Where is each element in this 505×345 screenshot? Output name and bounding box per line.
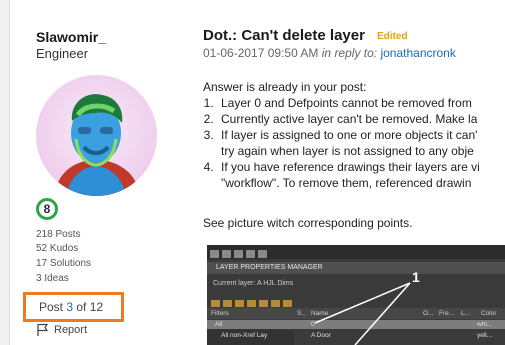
list-item: Layer 0 and Defpoints cannot be removed …: [217, 95, 480, 111]
author-role: Engineer: [36, 46, 89, 61]
list-item: If you have reference drawings their lay…: [217, 159, 480, 191]
avatar-image: [54, 94, 140, 196]
post-meta: 01-06-2017 09:50 AM in reply to: jonatha…: [203, 46, 456, 60]
callout-number: 1: [412, 269, 420, 285]
avatar[interactable]: [36, 75, 157, 196]
edited-badge: Edited: [377, 31, 408, 42]
reply-prefix: in reply to:: [321, 46, 378, 60]
answer-list: Layer 0 and Defpoints cannot be removed …: [203, 95, 480, 191]
post-title[interactable]: Dot.: Can't delete layer: [203, 27, 365, 44]
author-name[interactable]: Slawomir_: [36, 29, 106, 45]
solutions-count: 17 Solutions: [36, 258, 92, 269]
post-total: of 12: [73, 300, 104, 314]
rank-badge: 8: [36, 198, 58, 220]
report-link[interactable]: Report: [36, 323, 87, 336]
ideas-count: 3 Ideas: [36, 273, 69, 284]
post-label: Post: [39, 300, 67, 314]
left-gutter: [0, 0, 10, 345]
post-date: 01-06-2017 09:50 AM: [203, 46, 319, 60]
post-position-highlight: Post 3 of 12: [23, 292, 124, 322]
flag-icon: [37, 323, 49, 336]
post-intro: Answer is already in your post:: [203, 80, 367, 94]
picture-caption: See picture witch corresponding points.: [203, 216, 413, 230]
kudos-count: 52 Kudos: [36, 243, 79, 254]
post-body: Answer is already in your post: Layer 0 …: [203, 79, 480, 191]
report-label: Report: [54, 324, 88, 336]
posts-count: 218 Posts: [36, 229, 81, 240]
callout-arrows: [314, 282, 411, 345]
list-item: If layer is assigned to one or more obje…: [217, 127, 480, 159]
embedded-screenshot[interactable]: LAYER PROPERTIES MANAGER Current layer: …: [207, 245, 505, 345]
list-item: Currently active layer can't be removed.…: [217, 111, 480, 127]
reply-user-link[interactable]: jonathancronk: [380, 46, 455, 60]
